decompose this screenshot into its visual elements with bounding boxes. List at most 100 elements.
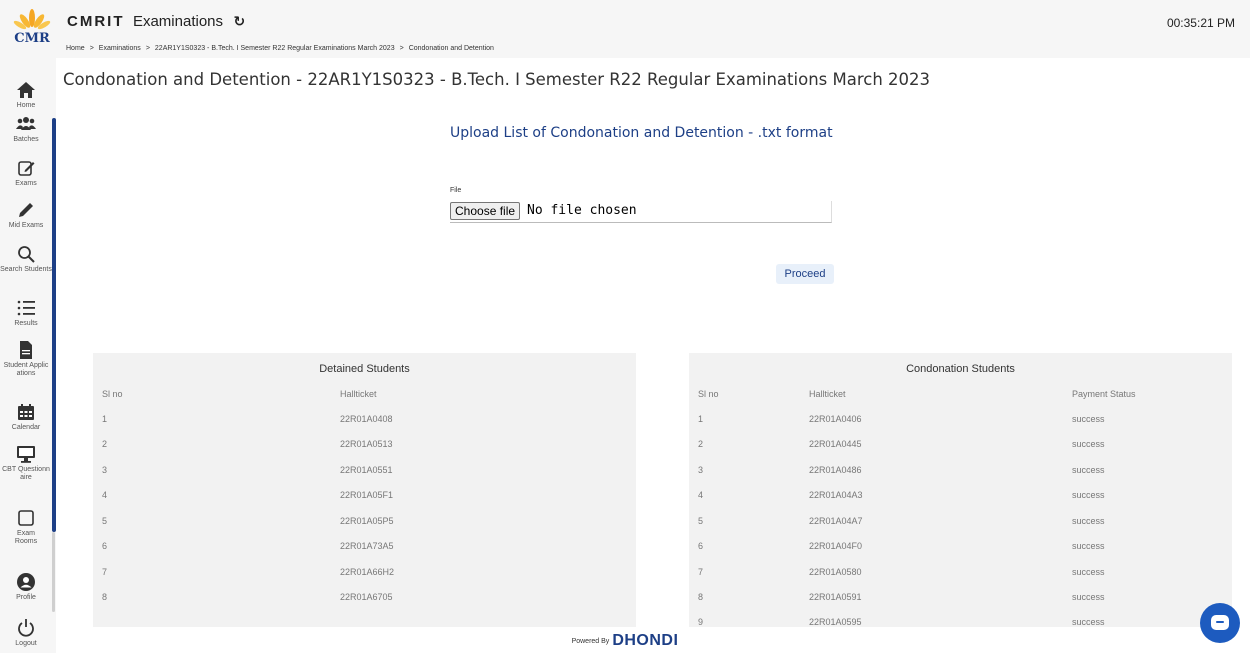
edit-icon — [18, 161, 35, 176]
file-status-text: No file chosen — [527, 203, 637, 218]
table-cell-hallticket: 22R01A0486 — [809, 465, 862, 475]
table-cell-payment-status: success — [1072, 516, 1105, 526]
column-header-sl-no: Sl no — [698, 389, 719, 399]
column-header-hallticket: Hallticket — [809, 389, 846, 399]
table-cell-payment-status: success — [1072, 414, 1105, 424]
sidebar-item-mid-exams[interactable]: Mid Exams — [0, 200, 52, 230]
sidebar-item-batches[interactable]: Batches — [0, 114, 52, 144]
column-header-sl-no: Sl no — [102, 389, 123, 399]
breadcrumb-exam[interactable]: 22AR1Y1S0323 - B.Tech. I Semester R22 Re… — [155, 45, 395, 52]
chat-button[interactable] — [1200, 603, 1240, 643]
logo-text: CMR — [14, 31, 50, 46]
calendar-icon — [18, 404, 34, 420]
table-cell-hallticket: 22R01A04A3 — [809, 490, 863, 500]
sidebar-item-exam-rooms[interactable]: Exam Rooms — [0, 508, 52, 546]
sidebar-item-label: Student Applications — [3, 362, 49, 377]
table-cell-payment-status: success — [1072, 617, 1105, 627]
dhondi-brand[interactable]: DHONDI — [612, 632, 678, 649]
table-cell-hallticket: 22R01A73A5 — [340, 541, 394, 551]
table-cell-hallticket: 22R01A04A7 — [809, 516, 863, 526]
breadcrumb-examinations[interactable]: Examinations — [99, 45, 141, 52]
sidebar-item-label: Exam Rooms — [14, 530, 38, 545]
sidebar-item-label: Profile — [16, 594, 36, 601]
file-field-label: File — [450, 187, 462, 194]
table-cell-hallticket: 22R01A0591 — [809, 592, 862, 602]
sidebar-item-results[interactable]: Results — [0, 298, 52, 328]
page-title: Condonation and Detention - 22AR1Y1S0323… — [63, 70, 931, 89]
detained-students-table: Detained Students Sl no Hallticket 1 22R… — [93, 353, 636, 627]
table-cell-hallticket: 22R01A0513 — [340, 439, 393, 449]
condonation-table-title: Condonation Students — [906, 363, 1015, 375]
brand-name: CMRIT — [67, 13, 125, 30]
table-cell-payment-status: success — [1072, 490, 1105, 500]
sidebar-item-exams[interactable]: Exams — [0, 158, 52, 188]
table-cell-sl-no: 7 — [102, 567, 108, 577]
refresh-icon[interactable]: ↻ — [233, 14, 245, 30]
breadcrumb-home[interactable]: Home — [66, 45, 85, 52]
table-cell-sl-no: 2 — [102, 439, 108, 449]
table-cell-hallticket: 22R01A0595 — [809, 617, 862, 627]
sidebar-item-label: Exams — [15, 180, 37, 187]
chat-icon — [1211, 615, 1229, 630]
app-name: Examinations — [132, 13, 223, 30]
app-title: CMRIT Examinations ↻ — [67, 13, 245, 30]
table-cell-hallticket: 22R01A04F0 — [809, 541, 863, 551]
powered-by-text: Powered By — [571, 638, 610, 645]
table-cell-sl-no: 3 — [102, 465, 108, 475]
search-icon — [18, 246, 35, 263]
table-cell-sl-no: 4 — [102, 490, 108, 500]
footer: Powered By DHONDI — [0, 632, 1250, 650]
clock: 00:35:21 PM — [1166, 16, 1235, 30]
table-cell-hallticket: 22R01A0551 — [340, 465, 393, 475]
monitor-icon — [17, 446, 35, 463]
sidebar-item-cbt-questionnaire[interactable]: CBT Questionnaire — [0, 444, 52, 482]
table-cell-payment-status: success — [1072, 567, 1105, 577]
top-header: CMR CMRIT Examinations ↻ 00:35:21 PM Hom… — [0, 0, 1250, 58]
sidebar-item-home[interactable]: Home — [0, 80, 52, 110]
table-cell-hallticket: 22R01A0580 — [809, 567, 862, 577]
lotus-logo-icon — [13, 9, 51, 30]
table-cell-sl-no: 5 — [698, 516, 704, 526]
sidebar-item-search-students[interactable]: Search Students — [0, 244, 52, 274]
sidebar-item-label: Mid Exams — [8, 222, 44, 229]
sidebar-item-label: Home — [16, 102, 36, 109]
cmr-logo[interactable]: CMR — [12, 8, 52, 52]
sidebar-item-label: CBT Questionnaire — [2, 466, 50, 481]
proceed-button[interactable]: Proceed — [776, 264, 834, 284]
breadcrumb-separator: > — [89, 45, 94, 52]
table-cell-hallticket: 22R01A0408 — [340, 414, 393, 424]
sidebar-item-label: Calendar — [11, 424, 41, 431]
sidebar-item-label: Results — [14, 320, 38, 327]
home-icon — [17, 82, 35, 98]
table-cell-sl-no: 1 — [698, 414, 704, 424]
table-cell-hallticket: 22R01A05F1 — [340, 490, 394, 500]
table-cell-sl-no: 6 — [698, 541, 704, 551]
sidebar-item-profile[interactable]: Profile — [0, 572, 52, 602]
table-cell-hallticket: 22R01A0445 — [809, 439, 862, 449]
square-icon — [18, 510, 34, 526]
table-cell-sl-no: 4 — [698, 490, 704, 500]
choose-file-button[interactable]: Choose file — [450, 202, 521, 220]
column-header-payment-status: Payment Status — [1072, 389, 1136, 399]
table-cell-sl-no: 9 — [698, 617, 704, 627]
sidebar-item-student-applications[interactable]: Student Applications — [0, 340, 52, 378]
table-cell-hallticket: 22R01A6705 — [340, 592, 393, 602]
table-cell-payment-status: success — [1072, 439, 1105, 449]
file-input[interactable]: Choose file No file chosen — [450, 201, 832, 223]
sidebar-scroll-indicator[interactable] — [52, 118, 56, 532]
detained-table-title: Detained Students — [319, 363, 410, 375]
table-cell-sl-no: 8 — [102, 592, 108, 602]
pencil-icon — [19, 203, 33, 217]
table-cell-hallticket: 22R01A05P5 — [340, 516, 394, 526]
document-icon — [20, 341, 32, 359]
breadcrumb-separator: > — [145, 45, 150, 52]
sidebar-item-label: Batches — [13, 136, 39, 143]
column-header-hallticket: Hallticket — [340, 389, 377, 399]
table-cell-sl-no: 8 — [698, 592, 704, 602]
sidebar-item-calendar[interactable]: Calendar — [0, 402, 52, 432]
condonation-students-table[interactable]: Condonation Students Sl no Hallticket Pa… — [689, 353, 1232, 627]
list-icon — [17, 300, 35, 316]
upload-section-title: Upload List of Condonation and Detention… — [450, 125, 833, 141]
table-cell-payment-status: success — [1072, 592, 1105, 602]
breadcrumb-current: Condonation and Detention — [408, 45, 494, 52]
